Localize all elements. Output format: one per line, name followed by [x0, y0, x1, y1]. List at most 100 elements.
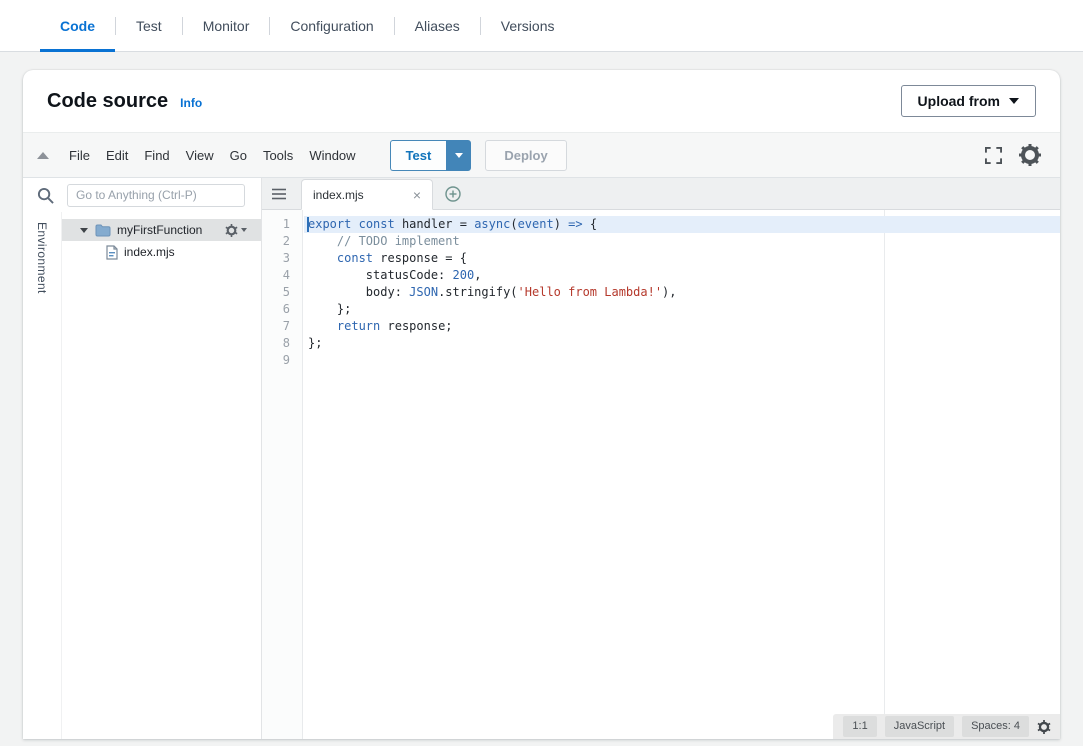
- code-token: async: [474, 217, 510, 231]
- search-button[interactable]: [37, 187, 54, 204]
- tab-list-button[interactable]: [272, 188, 286, 200]
- close-icon[interactable]: ×: [413, 188, 421, 202]
- nav-tab-configuration[interactable]: Configuration: [270, 0, 393, 51]
- tab-list-icon: [272, 188, 286, 200]
- upload-from-label: Upload from: [918, 93, 1000, 109]
- tree-row-folder[interactable]: myFirstFunction: [62, 219, 261, 241]
- code-line-1[interactable]: export const handler = async(event) => {: [304, 216, 1060, 233]
- code-text-area[interactable]: export const handler = async(event) => {…: [304, 210, 1060, 739]
- code-token: [308, 234, 337, 248]
- line-number: 5: [262, 284, 302, 301]
- page-title: Code source: [47, 90, 168, 113]
- deploy-button: Deploy: [485, 140, 566, 171]
- code-token: return: [337, 319, 380, 333]
- code-line-4[interactable]: statusCode: 200,: [304, 267, 1060, 284]
- tree-row-file[interactable]: index.mjs: [62, 241, 261, 263]
- collapse-panel-icon[interactable]: [37, 152, 49, 159]
- new-tab-button[interactable]: [445, 186, 461, 202]
- code-token: statusCode:: [308, 268, 453, 282]
- editor-tab-index-mjs[interactable]: index.mjs ×: [301, 179, 433, 210]
- code-token: ): [554, 217, 568, 231]
- plus-icon: [445, 186, 461, 202]
- test-split-button[interactable]: Test: [390, 140, 472, 171]
- test-button[interactable]: Test: [390, 140, 447, 171]
- code-line-8[interactable]: };: [304, 335, 1060, 352]
- text-cursor: [307, 217, 309, 232]
- menu-edit[interactable]: Edit: [98, 148, 136, 163]
- code-token: =>: [568, 217, 582, 231]
- file-name: index.mjs: [124, 245, 175, 259]
- gear-icon[interactable]: [225, 224, 238, 237]
- upload-from-button[interactable]: Upload from: [901, 85, 1036, 117]
- info-link[interactable]: Info: [180, 96, 202, 110]
- code-editor[interactable]: 123456789 export const handler = async(e…: [262, 210, 1060, 739]
- cursor-position[interactable]: 1:1: [843, 716, 876, 737]
- code-token: response;: [380, 319, 452, 333]
- code-token: [308, 319, 337, 333]
- menu-tools[interactable]: Tools: [255, 148, 301, 163]
- code-source-panel: Code source Info Upload from FileEditFin…: [23, 70, 1060, 739]
- line-number-gutter: 123456789: [262, 210, 303, 739]
- editor-tab-label: index.mjs: [313, 188, 364, 202]
- nav-tab-aliases[interactable]: Aliases: [395, 0, 480, 51]
- line-number: 7: [262, 318, 302, 335]
- language-mode[interactable]: JavaScript: [885, 716, 954, 737]
- folder-icon: [95, 224, 111, 237]
- chevron-down-icon: [1009, 98, 1019, 104]
- code-line-2[interactable]: // TODO implement: [304, 233, 1060, 250]
- menu-find[interactable]: Find: [136, 148, 177, 163]
- console-tab-bar: CodeTestMonitorConfigurationAliasesVersi…: [0, 0, 1083, 52]
- menu-window[interactable]: Window: [301, 148, 363, 163]
- test-dropdown-button[interactable]: [446, 140, 471, 171]
- code-token: };: [308, 302, 351, 316]
- line-number: 9: [262, 352, 302, 369]
- ide-menubar: FileEditFindViewGoToolsWindow Test Deplo…: [23, 132, 1060, 178]
- nav-tab-test[interactable]: Test: [116, 0, 182, 51]
- tree-expand-icon[interactable]: [80, 228, 88, 233]
- line-number: 1: [262, 216, 302, 233]
- line-number: 4: [262, 267, 302, 284]
- code-token: handler =: [395, 217, 474, 231]
- code-token: 'Hello from Lambda!': [518, 285, 663, 299]
- menu-file[interactable]: File: [61, 148, 98, 163]
- file-icon: [106, 245, 118, 260]
- file-sidebar: Environment myFirstFunction: [23, 178, 262, 739]
- code-line-6[interactable]: };: [304, 301, 1060, 318]
- code-token: ,: [474, 268, 481, 282]
- environment-tab-strip: Environment: [23, 212, 62, 739]
- code-token: export: [308, 217, 351, 231]
- code-token: [308, 251, 337, 265]
- code-token: };: [308, 336, 322, 350]
- line-number: 2: [262, 233, 302, 250]
- code-token: .stringify(: [438, 285, 517, 299]
- indentation-setting[interactable]: Spaces: 4: [962, 716, 1029, 737]
- editor-settings-button[interactable]: [1018, 143, 1042, 167]
- search-icon: [37, 187, 54, 204]
- chevron-down-icon[interactable]: [241, 228, 247, 232]
- environment-tab[interactable]: Environment: [35, 222, 49, 739]
- menu-go[interactable]: Go: [222, 148, 255, 163]
- file-tree: myFirstFunction: [62, 212, 261, 739]
- nav-tab-monitor[interactable]: Monitor: [183, 0, 270, 51]
- statusbar-settings-button[interactable]: [1037, 720, 1051, 734]
- code-token: 200: [453, 268, 475, 282]
- panel-header: Code source Info Upload from: [23, 70, 1060, 132]
- menu-view[interactable]: View: [178, 148, 222, 163]
- code-line-3[interactable]: const response = {: [304, 250, 1060, 267]
- line-number: 3: [262, 250, 302, 267]
- code-line-5[interactable]: body: JSON.stringify('Hello from Lambda!…: [304, 284, 1060, 301]
- goto-anything-input[interactable]: [67, 184, 245, 207]
- line-number: 6: [262, 301, 302, 318]
- code-token: ),: [662, 285, 676, 299]
- ide-menus: FileEditFindViewGoToolsWindow: [61, 148, 364, 163]
- code-token: const: [337, 251, 373, 265]
- fullscreen-button[interactable]: [985, 147, 1002, 164]
- code-line-7[interactable]: return response;: [304, 318, 1060, 335]
- editor-tab-strip: index.mjs ×: [262, 178, 1060, 210]
- code-token: event: [518, 217, 554, 231]
- fullscreen-icon: [985, 147, 1002, 164]
- code-line-9[interactable]: [304, 352, 1060, 369]
- nav-tab-versions[interactable]: Versions: [481, 0, 575, 51]
- code-token: body:: [308, 285, 409, 299]
- nav-tab-code[interactable]: Code: [40, 0, 115, 51]
